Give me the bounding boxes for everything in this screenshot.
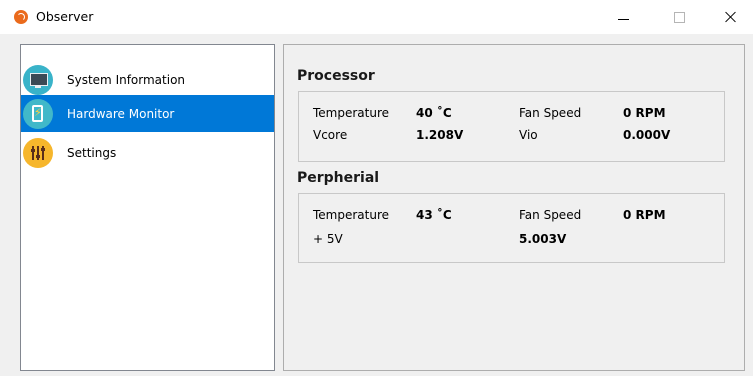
processor-fan-speed-label: Fan Speed xyxy=(519,106,582,120)
nav-item-label: Settings xyxy=(67,145,117,160)
nav-item-hardware-monitor[interactable]: ⚡ Hardware Monitor xyxy=(21,95,274,132)
peripheral-5v-label: + 5V xyxy=(313,232,343,246)
processor-vio-label: Vio xyxy=(519,128,538,142)
battery-icon: ⚡ xyxy=(23,98,53,129)
peripheral-heading: Perpherial xyxy=(297,170,380,186)
processor-heading: Processor xyxy=(297,68,375,84)
processor-vcore-value: 1.208V xyxy=(416,128,464,142)
nav-item-label: System Information xyxy=(67,72,186,87)
sliders-icon xyxy=(23,137,53,168)
peripheral-temperature-label: Temperature xyxy=(313,208,390,222)
nav-item-label: Hardware Monitor xyxy=(67,106,175,121)
peripheral-5v-value: 5.003V xyxy=(519,232,567,246)
close-icon xyxy=(725,11,737,23)
minimize-button[interactable] xyxy=(600,0,646,34)
window-title: Observer xyxy=(36,9,94,24)
peripheral-group: Temperature 43 ˚C Fan Speed 0 RPM + 5V 5… xyxy=(298,193,725,263)
title-bar[interactable]: Observer xyxy=(0,0,753,34)
content-area: System Information ⚡ Hardware Monitor Se… xyxy=(0,34,753,376)
hardware-monitor-panel: Processor Temperature 40 ˚C Fan Speed 0 … xyxy=(283,44,745,371)
observer-window: Observer System Information ⚡ Hardware M… xyxy=(0,0,753,376)
processor-vio-value: 0.000V xyxy=(623,128,671,142)
maximize-button[interactable] xyxy=(656,0,702,34)
nav-item-system-information[interactable]: System Information xyxy=(21,61,274,98)
nav-list[interactable]: System Information ⚡ Hardware Monitor Se… xyxy=(20,44,275,371)
peripheral-fan-speed-label: Fan Speed xyxy=(519,208,582,222)
processor-fan-speed-value: 0 RPM xyxy=(623,106,666,120)
app-icon xyxy=(14,10,28,24)
processor-vcore-label: Vcore xyxy=(313,128,348,142)
processor-temperature-label: Temperature xyxy=(313,106,390,120)
close-button[interactable] xyxy=(708,0,753,34)
nav-item-settings[interactable]: Settings xyxy=(21,134,274,171)
minimize-icon xyxy=(617,18,629,20)
peripheral-temperature-value: 43 ˚C xyxy=(416,208,452,222)
peripheral-fan-speed-value: 0 RPM xyxy=(623,208,666,222)
processor-temperature-value: 40 ˚C xyxy=(416,106,452,120)
processor-group: Temperature 40 ˚C Fan Speed 0 RPM Vcore … xyxy=(298,91,725,162)
maximize-icon xyxy=(673,11,685,23)
monitor-icon xyxy=(23,64,53,95)
